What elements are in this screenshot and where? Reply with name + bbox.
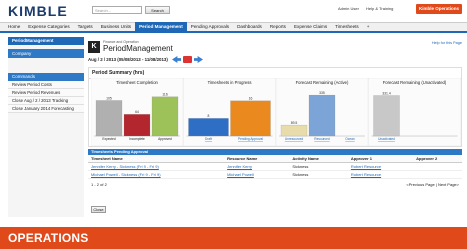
tab-business-units[interactable]: Business Units — [97, 22, 135, 32]
value-label-unactivated: 331.4 — [382, 91, 391, 95]
period-summary-panel: Period Summary (hrs) Timesheet Completio… — [88, 67, 462, 147]
value-label-approved: 116 — [162, 93, 168, 97]
col-activity-name[interactable]: Activity Name — [289, 155, 348, 163]
current-period-icon[interactable] — [183, 56, 192, 63]
activity-cell: Sickness — [289, 162, 348, 171]
tab-expense-claims[interactable]: Expense Claims — [290, 22, 331, 32]
value-label-draft: 8 — [208, 114, 210, 118]
bar-unresourced — [280, 124, 308, 137]
user-links: Admin User Help & Training — [338, 6, 399, 11]
pending-approval-grid: Timesheets Pending Approval Timesheet Na… — [88, 149, 462, 217]
command-review-period-costs[interactable]: Review Period Costs — [8, 81, 84, 89]
pending-timesheets-table: Timesheet Name Resource Name Activity Na… — [88, 155, 462, 179]
main-content: K Finance and Operation PeriodManagement… — [88, 37, 462, 217]
x-label-expected: Expected — [102, 137, 116, 141]
tab-add[interactable]: + — [363, 22, 374, 32]
table-header-row: Timesheet Name Resource Name Activity Na… — [88, 155, 462, 163]
top-bar: KIMBLE Search... Search Admin User Help … — [0, 0, 467, 23]
period-selector[interactable]: Aug / 2 / 2013 (05/08/2013 - 11/08/2013) — [88, 57, 168, 62]
value-label-resourced: 335 — [319, 91, 325, 95]
help-training-link[interactable]: Help & Training — [366, 6, 393, 11]
chart-title-forecast-remaining-active: Forecast Remaining (Active) — [296, 80, 349, 85]
tab-targets[interactable]: Targets — [74, 22, 97, 32]
resource-link[interactable]: Jennifer Kerry — [224, 162, 290, 171]
tab-period-management[interactable]: Period Management — [135, 22, 187, 32]
sidebar-header[interactable]: PeriodManagement — [8, 37, 84, 45]
approver2-cell — [413, 170, 462, 179]
x-label-incomplete: Incomplete — [129, 137, 145, 141]
record-count: 1 - 2 of 2 — [91, 182, 107, 187]
sidebar-commands-header: Commands — [8, 73, 84, 81]
pager-links[interactable]: <Previous Page | Next Page> — [406, 182, 459, 187]
x-label-pending-approval[interactable]: Pending Approval — [238, 137, 263, 141]
col-resource-name[interactable]: Resource Name — [224, 155, 290, 163]
sidebar-company[interactable]: Company — [8, 49, 84, 58]
x-label-approved: Approved — [158, 137, 172, 141]
x-label-draft[interactable]: Draft — [205, 137, 212, 141]
x-label-unactivated[interactable]: Unactivated — [378, 137, 395, 141]
tab-reports[interactable]: Reports — [266, 22, 290, 32]
operations-banner: OPERATIONS — [0, 227, 467, 249]
chart-title-timesheets-in-progress: Timesheets in Progress — [208, 80, 252, 85]
col-timesheet-name[interactable]: Timesheet Name — [88, 155, 225, 163]
tab-home[interactable]: Home — [4, 22, 24, 32]
search-input[interactable]: Search... — [92, 6, 142, 14]
period-navigation — [172, 56, 203, 63]
command-review-period-revenues[interactable]: Review Period Revenues — [8, 89, 84, 97]
bar-expected — [95, 100, 123, 137]
value-label-expected: 105 — [106, 96, 112, 100]
bar-draft — [188, 118, 229, 137]
value-label-incomplete: 64 — [135, 110, 139, 114]
tab-dashboards[interactable]: Dashboards — [233, 22, 266, 32]
page-title: PeriodManagement — [103, 44, 173, 53]
command-close-forecasting[interactable]: Close January 2014 Forecasting — [8, 105, 84, 113]
approver-link[interactable]: Robert Resource — [347, 170, 414, 179]
activity-cell: Sickness — [289, 170, 348, 179]
help-for-page-link[interactable]: Help for this Page — [432, 41, 462, 45]
table-row: Jennifer Kerry - Sickness (Fri 9 - Fri 9… — [88, 162, 462, 171]
close-button[interactable]: Close — [91, 206, 106, 213]
tab-expense-categories[interactable]: Expense Categories — [24, 22, 73, 32]
resource-link[interactable]: Michael Powell — [224, 170, 290, 179]
timesheet-link[interactable]: Jennifer Kerry - Sickness (Fri 9 - Fri 9… — [88, 162, 225, 171]
col-approver-2[interactable]: Approver 2 — [413, 155, 462, 163]
sidebar: PeriodManagement Company Commands Review… — [8, 37, 84, 217]
period-summary-charts: Timesheet Completion 105 Expected 64 Incompl… — [91, 78, 461, 146]
bar-incomplete — [123, 114, 151, 137]
bar-pending-approval — [230, 100, 271, 137]
tab-pending-approvals[interactable]: Pending Approvals — [187, 22, 233, 32]
x-label-ocean[interactable]: Ocean — [345, 137, 355, 141]
next-period-arrow-icon[interactable] — [194, 56, 203, 63]
command-close-tracking[interactable]: Close Aug / 2 / 2013 Tracking — [8, 97, 84, 105]
user-menu-link[interactable]: Admin User — [338, 6, 359, 11]
grid-pager: 1 - 2 of 2 <Previous Page | Next Page> — [88, 179, 462, 190]
value-label-unresourced: 89.5 — [291, 121, 298, 125]
x-label-resourced[interactable]: Resourced — [314, 137, 330, 141]
bar-resourced — [308, 94, 336, 137]
previous-period-arrow-icon[interactable] — [172, 56, 181, 63]
chart-title-forecast-remaining-unactivated: Forecast Remaining (Unactivated) — [383, 80, 447, 85]
kimble-logo[interactable]: KIMBLE — [8, 3, 68, 19]
tab-timesheets[interactable]: Timesheets — [331, 22, 363, 32]
col-approver-1[interactable]: Approver 1 — [347, 155, 414, 163]
timesheet-link[interactable]: Michael Powell - Sickness (Fri 9 - Fri 9… — [88, 170, 225, 179]
main-tab-bar: Home Expense Categories Targets Business… — [0, 22, 467, 33]
bar-unactivated — [373, 95, 400, 137]
search-button[interactable]: Search — [145, 6, 170, 14]
table-row: Michael Powell - Sickness (Fri 9 - Fri 9… — [88, 170, 462, 179]
x-label-unresourced[interactable]: Unresourced — [285, 137, 303, 141]
chart-title-timesheet-completion: Timesheet Completion — [116, 80, 158, 85]
approver2-cell — [413, 162, 462, 171]
approver-link[interactable]: Robert Resource — [347, 162, 414, 171]
period-management-icon: K — [88, 41, 100, 53]
bar-approved — [151, 96, 179, 137]
value-label-pending-approval: 16 — [249, 97, 253, 101]
app-switcher-button[interactable]: Kimble Operations — [416, 4, 462, 14]
